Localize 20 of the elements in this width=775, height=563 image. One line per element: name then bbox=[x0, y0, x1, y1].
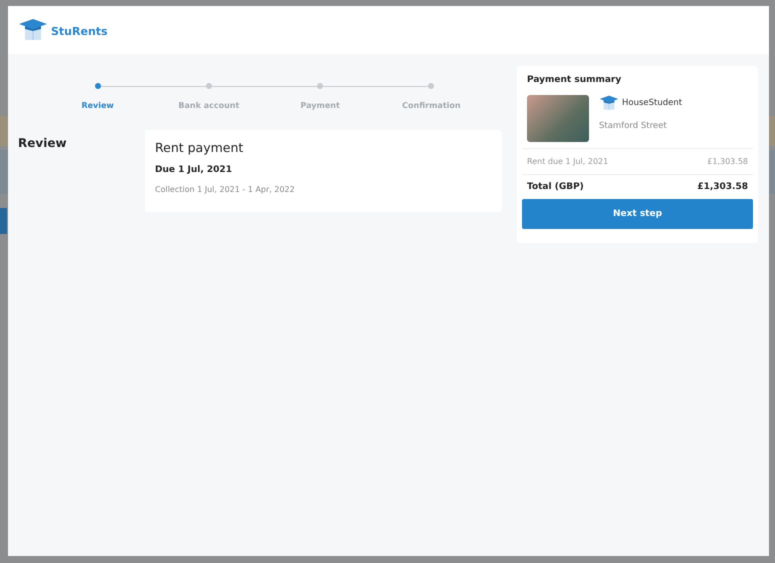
graduation-cap-logo-icon bbox=[18, 18, 48, 42]
rent-title: Rent payment bbox=[155, 140, 244, 155]
step-label[interactable]: Bank account bbox=[178, 101, 240, 110]
provider-name: HouseStudent bbox=[622, 98, 682, 108]
brand-name: StuRents bbox=[51, 25, 108, 38]
step-label[interactable]: Payment bbox=[300, 101, 340, 110]
section-title: Review bbox=[18, 136, 68, 152]
graduation-cap-logo-icon bbox=[599, 95, 619, 111]
line-amount: £1,303.58 bbox=[707, 157, 748, 166]
step-label[interactable]: Confirmation bbox=[402, 101, 461, 110]
step-label[interactable]: Review bbox=[81, 101, 114, 110]
line-amount: £1,303.58 bbox=[697, 182, 748, 192]
collection-period: Collection 1 Jul, 2021 - 1 Apr, 2022 bbox=[155, 185, 296, 194]
photo-placeholder bbox=[527, 95, 589, 142]
line-label: Rent due 1 Jul, 2021 bbox=[527, 157, 608, 166]
line-label: Total (GBP) bbox=[527, 182, 584, 192]
property-name: Stamford Street bbox=[599, 121, 668, 131]
due-date: Due 1 Jul, 2021 bbox=[155, 165, 233, 175]
next-step-button[interactable]: Next step bbox=[522, 199, 753, 229]
summary-title: Payment summary bbox=[526, 75, 622, 85]
